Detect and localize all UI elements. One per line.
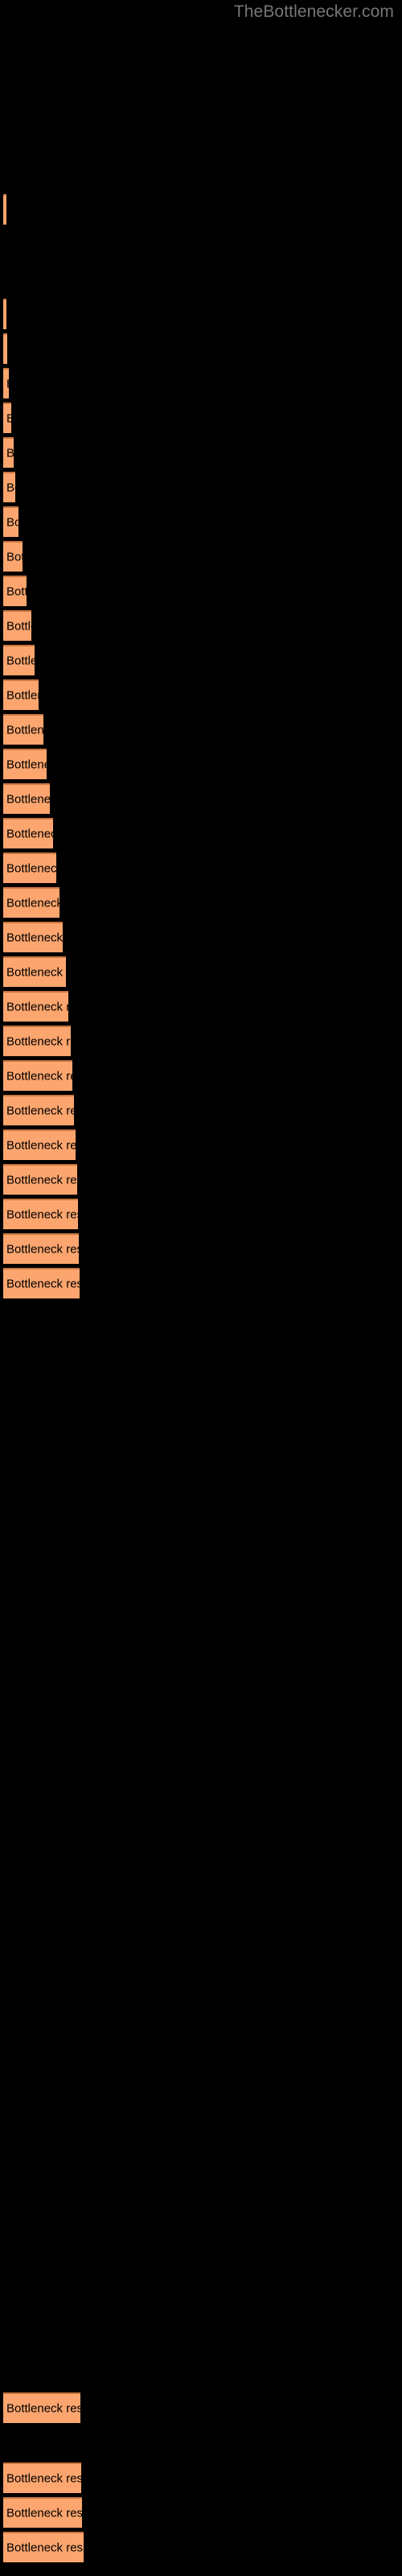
bar-21: Bottleneck result <box>3 956 66 987</box>
bar-label: Bottleneck result <box>6 550 23 564</box>
bar-15: Bottleneck result <box>3 749 47 779</box>
bar-14: Bottleneck result <box>3 714 43 745</box>
bar-1: Bottleneck result <box>3 194 6 225</box>
bar-7: Bottleneck result <box>3 472 15 502</box>
bar-13: Bottleneck result <box>3 679 39 710</box>
bar-24: Bottleneck result <box>3 1060 72 1091</box>
bar-10: Bottleneck result <box>3 576 27 606</box>
bar-25: Bottleneck result <box>3 1095 74 1125</box>
bar-4: Bottleneck result <box>3 368 9 398</box>
bar-30: Bottleneck result <box>3 1268 80 1298</box>
bar-17: Bottleneck result <box>3 818 53 848</box>
bar-label: Bottleneck result <box>6 861 56 876</box>
bar-label: Bottleneck result <box>6 827 53 841</box>
bar-22: Bottleneck result <box>3 991 68 1022</box>
bar-8: Bottleneck result <box>3 506 18 537</box>
bar-12: Bottleneck result <box>3 645 35 675</box>
bar-label: Bottleneck result <box>6 515 18 530</box>
bar-26: Bottleneck result <box>3 1129 76 1160</box>
bar-label: Bottleneck result <box>6 896 59 910</box>
bar-23: Bottleneck result <box>3 1026 71 1056</box>
bar-label: Bottleneck result <box>6 584 27 599</box>
bar-29: Bottleneck result <box>3 1233 79 1264</box>
bar-11: Bottleneck result <box>3 610 31 641</box>
bar-3: Bottleneck result <box>3 333 7 364</box>
bar-27: Bottleneck result <box>3 1164 77 1195</box>
bar-label: Bottleneck result <box>6 1208 78 1222</box>
bar-32: Bottleneck result <box>3 2462 81 2493</box>
bar-16: Bottleneck result <box>3 783 50 814</box>
bar-label: Bottleneck result <box>6 2506 82 2520</box>
bar-label: Bottleneck result <box>6 965 66 980</box>
bar-label: Bottleneck result <box>6 931 63 945</box>
bar-label: Bottleneck result <box>6 1173 77 1187</box>
bar-5: Bottleneck result <box>3 402 11 433</box>
bar-label: Bottleneck result <box>6 758 47 772</box>
bar-label: Bottleneck result <box>6 1242 79 1257</box>
bar-label: Bottleneck result <box>6 378 9 391</box>
bar-label: Bottleneck result <box>6 1000 68 1014</box>
bar-34: Bottleneck result <box>3 2532 84 2562</box>
bar-19: Bottleneck result <box>3 887 59 918</box>
bottleneck-bar-chart: TheBottlenecker.com Bottleneck resultBot… <box>0 0 402 2576</box>
bar-9: Bottleneck result <box>3 541 23 572</box>
bar-label: Bottleneck result <box>6 688 39 703</box>
bar-label: Bottleneck result <box>6 723 43 737</box>
bar-31: Bottleneck result <box>3 2392 80 2423</box>
bar-6: Bottleneck result <box>3 437 14 468</box>
bar-label: Bottleneck result <box>6 1138 76 1153</box>
bar-28: Bottleneck result <box>3 1199 78 1229</box>
bar-label: Bottleneck result <box>6 792 50 807</box>
bar-label: Bottleneck result <box>6 447 14 460</box>
bar-label: Bottleneck result <box>6 1034 71 1049</box>
bar-label: Bottleneck result <box>6 2471 81 2486</box>
bar-label: Bottleneck result <box>6 654 35 668</box>
bar-series-layer: Bottleneck result Bottleneck result Bottle… <box>0 0 402 2576</box>
bar-label: Bottleneck result <box>6 2541 84 2555</box>
bar-2: Bottleneck result <box>3 299 6 329</box>
bar-20: Bottleneck result <box>3 922 63 952</box>
bar-label: Bottleneck result <box>6 2401 80 2416</box>
bar-label: Bottleneck result <box>6 481 15 495</box>
bar-label: Bottleneck result <box>6 1069 72 1084</box>
bar-label: Bottleneck result <box>6 343 7 357</box>
bar-label: Bottleneck result <box>6 412 11 426</box>
bar-33: Bottleneck result <box>3 2497 82 2528</box>
bar-18: Bottleneck result <box>3 852 56 883</box>
bar-label: Bottleneck result <box>6 619 31 634</box>
bar-label: Bottleneck result <box>6 1277 80 1291</box>
bar-label: Bottleneck result <box>6 1104 74 1118</box>
